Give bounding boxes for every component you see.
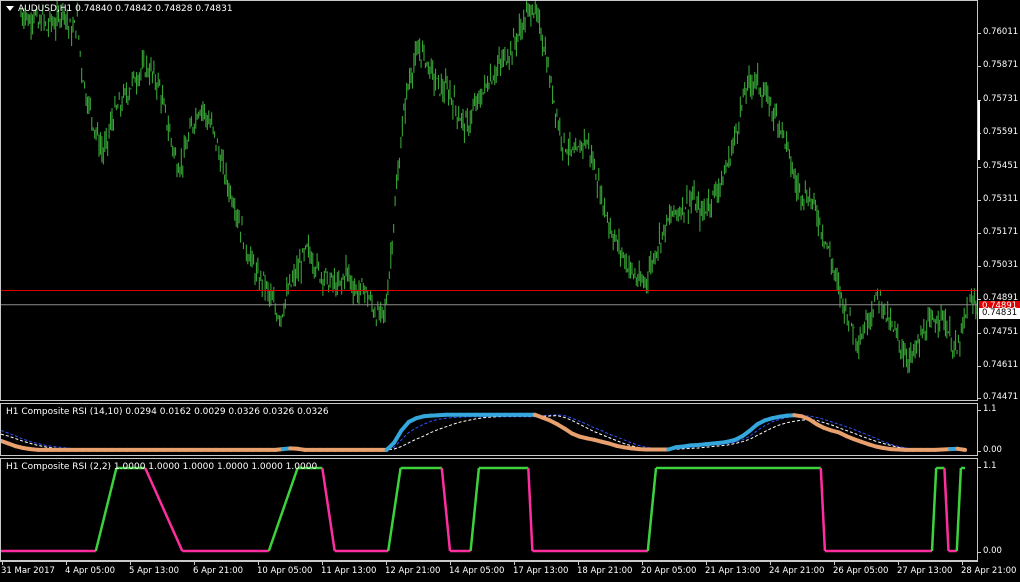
indicator2-segment xyxy=(388,468,400,551)
indicator1-pane[interactable]: H1 Composite RSI (14,10) 0.0294 0.0162 0… xyxy=(0,403,978,456)
indicator2-segment xyxy=(648,468,656,551)
indicator2-segment xyxy=(932,468,936,551)
price-chart-canvas[interactable] xyxy=(1,1,977,400)
indicator2-segment xyxy=(944,468,948,551)
indicator2-segment xyxy=(442,468,450,551)
price-chart-pane[interactable]: AUDUSD,H1 0.74840 0.74842 0.74828 0.7483… xyxy=(0,0,978,401)
chart-title: AUDUSD,H1 0.74840 0.74842 0.74828 0.7483… xyxy=(6,4,233,14)
indicator2-segment xyxy=(145,468,182,551)
indicator1-signal-line-blue xyxy=(1,415,965,450)
indicator2-canvas[interactable] xyxy=(1,459,977,560)
indicator1-title: H1 Composite RSI (14,10) 0.0294 0.0162 0… xyxy=(6,407,329,417)
indicator2-segment xyxy=(957,468,961,551)
price-bars xyxy=(21,1,977,373)
indicator1-signal-line-white xyxy=(1,416,965,450)
indicator2-title: H1 Composite RSI (2,2) 1.0000 1.0000 1.0… xyxy=(6,462,317,472)
indicator1-axis[interactable]: 1.1 0.00 xyxy=(978,403,1020,456)
indicator2-segment xyxy=(821,468,825,551)
chart-menu-triangle-icon[interactable] xyxy=(6,6,14,11)
axis-scroll-marker[interactable] xyxy=(978,100,980,160)
price-axis[interactable]: 0.76011 0.75871 0.75731 0.75591 0.75451 … xyxy=(978,0,1020,401)
last-price-badge: 0.74831 xyxy=(979,308,1020,319)
time-axis[interactable]: 31 Mar 2017 4 Apr 05:00 5 Apr 13:00 6 Ap… xyxy=(0,561,978,582)
indicator2-axis[interactable]: 1.1 0.00 xyxy=(978,458,1020,561)
indicator2-segment xyxy=(471,468,479,551)
indicator1-main-segment xyxy=(958,449,965,450)
indicator2-segment xyxy=(322,468,334,551)
indicator2-segment xyxy=(96,468,117,551)
indicator2-segment xyxy=(528,468,532,551)
indicator2-segment xyxy=(269,468,298,551)
indicator2-pane[interactable]: H1 Composite RSI (2,2) 1.0000 1.0000 1.0… xyxy=(0,458,978,561)
chart-title-text: AUDUSD,H1 0.74840 0.74842 0.74828 0.7483… xyxy=(18,4,233,14)
